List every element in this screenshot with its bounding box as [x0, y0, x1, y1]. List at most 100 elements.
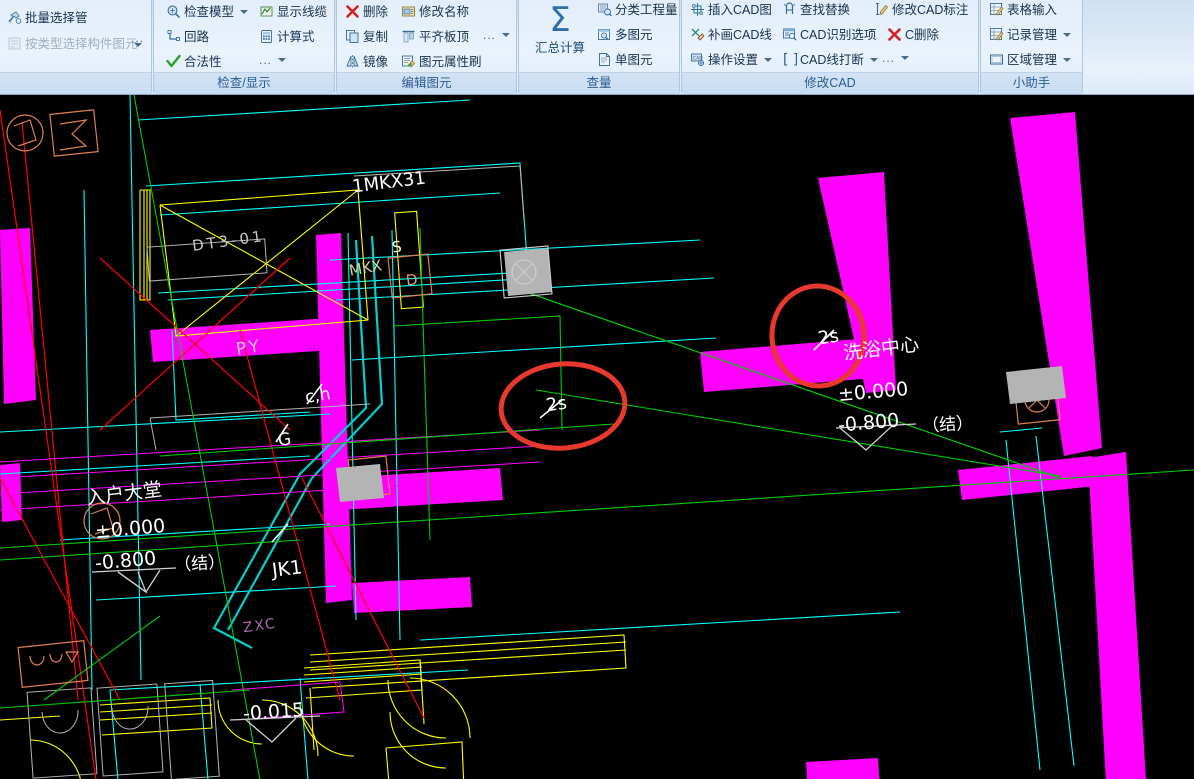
ribbon-item-label: 计算式 [277, 29, 315, 44]
insert-cad-icon [690, 2, 705, 17]
application-window: 批量选择管 按类型选择构件图元 ... 择图元 [0, 0, 1194, 779]
panel-title-select-element: 择图元 [0, 72, 151, 94]
ribbon-item-copy[interactable]: 复制 [345, 29, 388, 44]
ribbon-item-label: 区域管理 [1007, 52, 1058, 67]
cad-vector-drawing [0, 95, 1194, 779]
ribbon-overflow-select-element[interactable]: ... [131, 32, 144, 47]
ribbon-item-label: 镜像 [363, 54, 389, 69]
chevron-down-icon[interactable] [869, 57, 878, 62]
panel-title-survey-quantity: 查量 [519, 72, 679, 94]
ribbon-item-validity[interactable]: 合法性 [166, 54, 222, 69]
ribbon-panel-select-element: 批量选择管 按类型选择构件图元 ... 择图元 [0, 0, 152, 94]
panel-body-edit-element: 删除 修改名称 复制 平齐板顶 ... 镜像 图元属性刷 [337, 0, 516, 73]
ribbon-item-operation-settings[interactable]: CAD 操作设置 [690, 52, 773, 67]
ribbon-item-delete[interactable]: 删除 [345, 4, 388, 19]
green-leader-line [519, 289, 1061, 479]
ribbon-item-multi-element[interactable]: 多图元 [597, 27, 653, 42]
ribbon-item-check-model[interactable]: 检查模型 [166, 4, 249, 19]
ribbon-item-label: 表格输入 [1007, 2, 1058, 17]
draw-cad-line-icon [690, 27, 705, 42]
ribbon-item-label: 图元属性刷 [419, 54, 482, 69]
svg-text:[ ]: [ ] [783, 52, 797, 67]
ribbon-bigbutton-label: 汇总计算 [534, 41, 585, 55]
ribbon-overflow-check-display[interactable]: ... [259, 53, 287, 67]
ribbon-item-rename[interactable]: 修改名称 [401, 4, 469, 19]
ribbon-item-label: 修改名称 [419, 4, 470, 19]
ribbon-item-label: 删除 [363, 4, 389, 19]
ribbon-item-label: 分类工程量 [615, 2, 678, 17]
ribbon-overflow-dots: ... [259, 53, 273, 67]
chevron-down-icon [133, 43, 142, 47]
ribbon-item-record-manage[interactable]: 记录管理 [989, 27, 1072, 42]
ribbon-item-label: 显示线缆 [277, 4, 328, 19]
ribbon-item-modify-cad-dimension[interactable]: 修改CAD标注 [874, 2, 968, 17]
ribbon-item-formula[interactable]: 计算式 [259, 29, 315, 44]
ribbon-item-label: 插入CAD图 [708, 2, 772, 17]
panel-body-check-display: 检查模型 显示线缆 回路 计算式 合法性 ... [154, 0, 334, 73]
magnifier-icon [166, 4, 181, 19]
ribbon-item-insert-cad-drawing[interactable]: 插入CAD图 [690, 2, 772, 17]
ribbon-item-select-by-type: 按类型选择构件图元 [7, 36, 138, 51]
ribbon-overflow-dots: ... [483, 28, 497, 42]
panel-body-assistant: 表格输入 记录管理 区域管理 [981, 0, 1082, 73]
ribbon-item-label: 批量选择管 [25, 10, 88, 25]
panel-body-modify-cad: 插入CAD图 查找替换 修改CAD标注 补画CAD线 CAD识别选项 C删除 C… [682, 0, 978, 73]
ribbon-item-circuit[interactable]: 回路 [166, 29, 209, 44]
green-check-icon [166, 54, 181, 69]
label-py: PY [234, 336, 264, 360]
rename-icon [401, 4, 416, 19]
ribbon-item-single-element[interactable]: 单图元 [597, 52, 653, 67]
ribbon-toolbar: 批量选择管 按类型选择构件图元 ... 择图元 [0, 0, 1194, 95]
ribbon-overflow-modify-cad[interactable]: ... [882, 52, 910, 64]
single-element-icon [597, 52, 612, 67]
sigma-icon: Σ [549, 0, 571, 40]
classified-quantity-icon [597, 2, 612, 17]
ribbon-item-find-replace[interactable]: 查找替换 [782, 2, 850, 17]
ribbon-overflow-edit-element[interactable]: ... [483, 28, 511, 42]
ribbon-item-cad-line-break[interactable]: [ ] CAD线打断 [782, 52, 878, 67]
batch-select-icon [7, 10, 22, 25]
chevron-down-icon[interactable] [1063, 32, 1072, 37]
ribbon-item-c-delete[interactable]: C删除 [887, 27, 939, 42]
ribbon-item-classified-quantity[interactable]: 分类工程量 [597, 2, 678, 17]
ribbon-item-align-slab-top[interactable]: 平齐板顶 [401, 29, 469, 44]
ribbon-item-label: 补画CAD线 [708, 27, 772, 42]
ribbon-item-property-brush[interactable]: 图元属性刷 [401, 54, 482, 69]
record-manage-icon [989, 27, 1004, 42]
ribbon-item-label: CAD线打断 [800, 52, 864, 67]
ribbon-panel-assistant: 表格输入 记录管理 区域管理 小助手 [980, 0, 1083, 94]
ribbon-item-draw-cad-line[interactable]: 补画CAD线 [690, 27, 772, 42]
ribbon-item-label: 查找替换 [800, 2, 851, 17]
label-2s-right: 2s [816, 325, 841, 350]
break-line-icon: [ ] [782, 52, 797, 67]
label-jie-left: （结） [173, 552, 226, 576]
ribbon-bigbutton-summary-calc[interactable]: Σ 汇总计算 [529, 3, 591, 56]
operation-settings-icon: CAD [690, 52, 705, 67]
ribbon-item-table-input[interactable]: 表格输入 [989, 2, 1057, 17]
panel-title-modify-cad: 修改CAD [682, 72, 978, 94]
panel-title-check-display: 检查/显示 [154, 72, 334, 94]
ribbon-item-label: 回路 [184, 29, 210, 44]
ribbon-item-batch-select-pipe[interactable]: 批量选择管 [7, 10, 88, 25]
chevron-down-icon [278, 58, 287, 62]
ribbon-item-show-cable[interactable]: 显示线缆 [259, 4, 327, 19]
chevron-down-icon [502, 33, 511, 37]
chevron-down-icon[interactable] [764, 57, 773, 62]
copy-icon [345, 29, 360, 44]
cad-drawing-canvas[interactable]: 1MKX31 DT3-01 PY MKX S D c,h G 2s 2s 洗浴中… [0, 95, 1194, 779]
mirror-icon [345, 54, 360, 69]
ribbon-item-area-manage[interactable]: 区域管理 [989, 52, 1072, 67]
ribbon-item-label: 修改CAD标注 [892, 2, 969, 17]
ribbon-item-label: 多图元 [615, 27, 653, 42]
ribbon-item-label: 操作设置 [708, 52, 759, 67]
ribbon-item-cad-recognize-options[interactable]: CAD识别选项 [782, 27, 876, 42]
type-select-icon [7, 36, 22, 51]
label-elevation-015: -0.015 [242, 698, 305, 726]
chevron-down-icon[interactable] [240, 9, 249, 14]
cable-icon [259, 4, 274, 19]
chevron-down-icon[interactable] [1063, 57, 1072, 62]
ribbon-panel-check-display: 检查模型 显示线缆 回路 计算式 合法性 ... 检查/显示 [153, 0, 335, 94]
ribbon-item-mirror[interactable]: 镜像 [345, 54, 388, 69]
elevation-symbols [91, 423, 917, 743]
ribbon-item-label: 记录管理 [1007, 27, 1058, 42]
